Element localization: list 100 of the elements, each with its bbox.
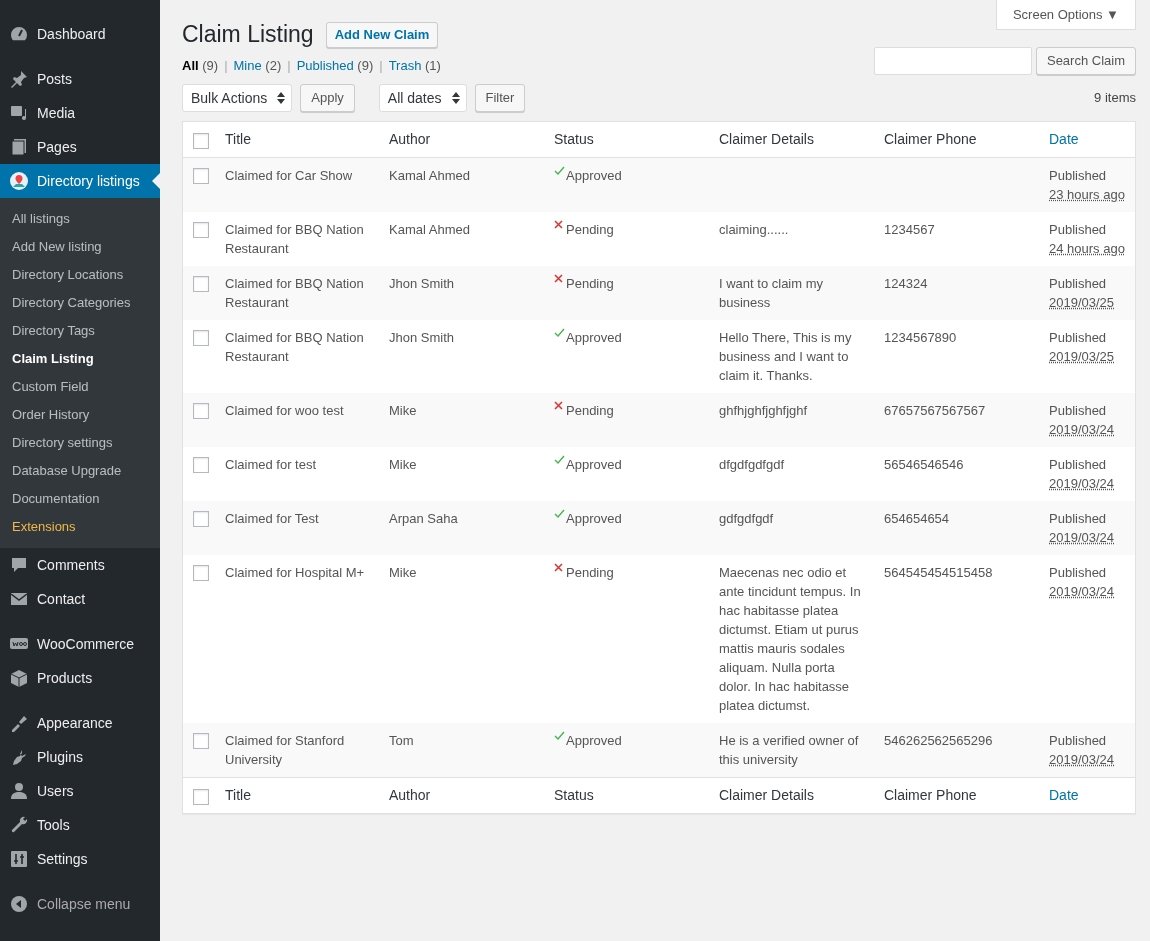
column-header: Claimer Phone — [883, 130, 978, 150]
status-label: Approved — [566, 167, 622, 186]
status-label: Approved — [566, 510, 622, 529]
table-cell-text: Tom — [388, 732, 415, 751]
row-checkbox[interactable] — [193, 511, 209, 528]
separator-text: | — [379, 56, 383, 75]
column-header: Claimer Phone — [883, 786, 978, 806]
sidebar-item[interactable]: Contact — [0, 582, 160, 616]
table-cell-text: Mike — [388, 456, 418, 475]
table-cell-text: Claimed for BBQ Nation Restaurant — [224, 329, 365, 367]
sidebar-item[interactable]: Products — [0, 661, 160, 695]
sidebar-item[interactable]: Pages — [0, 130, 160, 164]
sortable-column-header[interactable]: Date — [1039, 122, 1135, 158]
table-cell-text: Claimed for Stanford University — [224, 732, 346, 770]
map-marker-icon — [9, 171, 29, 191]
row-checkbox[interactable] — [193, 733, 209, 750]
paintbrush-icon — [9, 713, 29, 733]
publish-status: Published — [1049, 510, 1108, 529]
filter-link[interactable]: Published (9) — [296, 55, 374, 76]
submenu-item[interactable]: Directory settings — [0, 429, 160, 457]
date-text: 2019/03/24 — [1049, 752, 1115, 768]
filter-link[interactable]: Mine (2) — [233, 55, 282, 76]
table-cell-text: 56546546546 — [883, 456, 965, 475]
select-all-checkbox[interactable] — [193, 133, 209, 150]
submenu-item[interactable]: Directory Tags — [0, 317, 160, 345]
column-header: Title — [224, 786, 252, 806]
submenu-item[interactable]: Order History — [0, 401, 160, 429]
table-cell-text: 654654654 — [883, 510, 951, 529]
submenu-item[interactable]: Add New listing — [0, 233, 160, 261]
cross-icon — [554, 274, 564, 284]
apply-button[interactable]: Apply — [300, 84, 355, 113]
check-icon — [554, 509, 565, 520]
row-checkbox[interactable] — [193, 457, 209, 474]
wrench-icon — [9, 815, 29, 835]
table-cell-text: 1234567890 — [883, 329, 958, 348]
filter-link[interactable]: Trash (1) — [388, 55, 441, 76]
sidebar-item[interactable]: Appearance — [0, 706, 160, 740]
row-checkbox[interactable] — [193, 403, 209, 420]
submenu-item[interactable]: Custom Field — [0, 373, 160, 401]
sidebar-item[interactable]: Posts — [0, 62, 160, 96]
publish-status: Published — [1049, 456, 1108, 475]
sliders-icon — [9, 849, 29, 869]
submenu-item[interactable]: Extensions — [0, 513, 160, 541]
submenu-item[interactable]: Directory Categories — [0, 289, 160, 317]
row-checkbox[interactable] — [193, 168, 209, 185]
sidebar-item[interactable]: WooCommerce — [0, 627, 160, 661]
search-field[interactable] — [873, 47, 1032, 76]
sidebar-item[interactable]: Settings — [0, 842, 160, 876]
dropdown-select[interactable]: All dates — [378, 84, 467, 113]
table-cell-text: 546262562565296 — [883, 732, 994, 751]
table-cell-text: Kamal Ahmed — [388, 221, 471, 240]
sidebar-item[interactable]: Dashboard — [0, 17, 160, 51]
table-cell-text: ghfhjghfjghfjghf — [718, 402, 809, 421]
sidebar-item[interactable]: Comments — [0, 548, 160, 582]
status-label: Pending — [566, 275, 614, 294]
table-cell-text: Jhon Smith — [388, 275, 456, 294]
table-cell-text: 1234567 — [883, 221, 936, 240]
cross-icon — [554, 401, 564, 411]
collapse-menu-button[interactable]: Collapse menu — [0, 887, 160, 921]
table-cell-text: Hello There, This is my business and I want to claim it. Thanks. — [718, 329, 853, 386]
submenu-item[interactable]: Directory Locations — [0, 261, 160, 289]
select-all-checkbox[interactable] — [193, 789, 209, 806]
add-new-button[interactable]: Add New Claim — [325, 21, 439, 48]
column-header: Status — [553, 130, 595, 150]
submenu-item[interactable]: All listings — [0, 205, 160, 233]
publish-status: Published — [1049, 167, 1108, 186]
publish-status: Published — [1049, 402, 1108, 421]
dropdown-select[interactable]: Bulk Actions — [182, 84, 293, 113]
search-button[interactable]: Search Claim — [1035, 47, 1136, 76]
date-text: 2019/03/24 — [1049, 530, 1115, 546]
submenu-item[interactable]: Documentation — [0, 485, 160, 513]
publish-status: Published — [1049, 329, 1108, 348]
filter-button[interactable]: Filter — [474, 84, 526, 113]
row-checkbox[interactable] — [193, 222, 209, 239]
status-label: Pending — [566, 221, 614, 240]
sidebar-item[interactable]: Directory listings — [0, 164, 160, 198]
table-cell-text: Claimed for Car Show — [224, 167, 354, 186]
user-icon — [9, 781, 29, 801]
filter-link[interactable]: All (9) — [182, 55, 219, 76]
separator-text: | — [287, 56, 291, 75]
table-cell-text: Mike — [388, 564, 418, 583]
status-label: Pending — [566, 564, 614, 583]
row-checkbox[interactable] — [193, 565, 209, 582]
column-header: Status — [553, 786, 595, 806]
row-checkbox[interactable] — [193, 330, 209, 347]
row-checkbox[interactable] — [193, 276, 209, 293]
submenu-item[interactable]: Claim Listing — [0, 345, 160, 373]
table-cell-text: Claimed for test — [224, 456, 318, 475]
sidebar-item[interactable]: Media — [0, 96, 160, 130]
sidebar-item[interactable]: Users — [0, 774, 160, 808]
page-title: Claim Listing — [182, 21, 314, 49]
sidebar-item[interactable]: Plugins — [0, 740, 160, 774]
publish-status: Published — [1049, 564, 1108, 583]
screen-options-tab[interactable]: Screen Options ▼ — [995, 0, 1136, 30]
date-text: 2019/03/24 — [1049, 476, 1115, 492]
submenu-item[interactable]: Database Upgrade — [0, 457, 160, 485]
sortable-column-header[interactable]: Date — [1039, 778, 1135, 814]
sidebar-item[interactable]: Tools — [0, 808, 160, 842]
media-icon — [9, 103, 29, 123]
table-cell-text: Claimed for Test — [224, 510, 320, 529]
